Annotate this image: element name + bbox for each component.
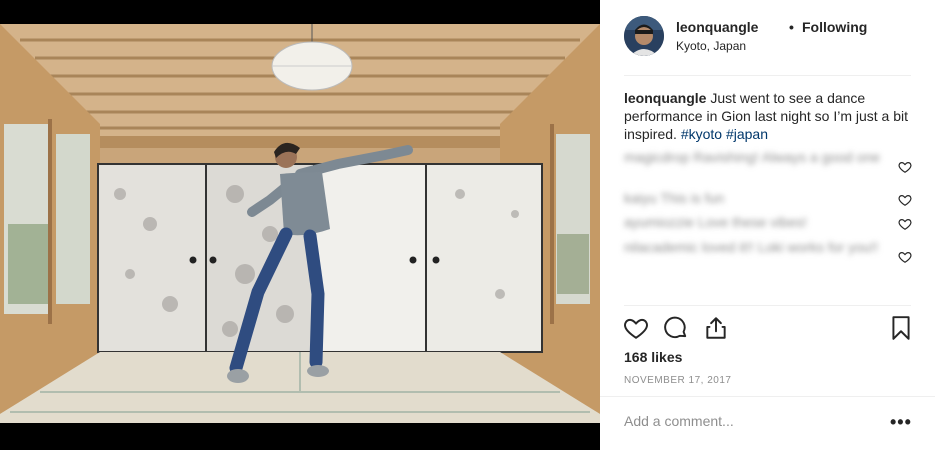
post-header: leonquangle • Following Kyoto, Japan [624,16,911,76]
dancer-in-tatami-room-photo [0,24,600,423]
like-heart-icon[interactable] [623,315,649,341]
bookmark-icon[interactable] [888,315,914,341]
following-button[interactable]: Following [802,19,867,35]
comment-bubble-icon[interactable] [663,315,689,341]
hashtag-kyoto[interactable]: #kyoto [681,126,722,142]
comment-item: nilacademic loved it!! Loki works for yo… [624,239,879,255]
separator-dot: • [789,19,794,35]
post-caption: leonquangle Just went to see a dance per… [624,89,914,143]
caption-username[interactable]: leonquangle [624,90,706,106]
avatar[interactable] [624,16,664,56]
username-link[interactable]: leonquangle [676,19,758,35]
location-link[interactable]: Kyoto, Japan [676,39,746,53]
comment-like-heart-icon[interactable] [898,193,912,207]
actions-divider [624,305,911,306]
post-date[interactable]: NOVEMBER 17, 2017 [624,375,731,386]
hashtag-japan[interactable]: #japan [726,126,768,142]
share-icon[interactable] [703,315,729,341]
post-side-panel: leonquangle • Following Kyoto, Japan leo… [600,0,935,450]
comment-item: kaiyu This is fun [624,190,725,206]
post-photo[interactable] [0,24,600,423]
comment-item: ayumiozzie Love these vibes! [624,214,807,230]
add-comment-input[interactable]: Add a comment... [624,413,734,429]
post-photo-frame [0,0,600,450]
profile-photo [624,16,664,56]
comment-like-heart-icon[interactable] [898,217,912,231]
comment-item: magicdrop Ravishing! Always a good one [624,149,881,165]
likes-count[interactable]: 168 likes [624,349,682,365]
comment-like-heart-icon[interactable] [898,160,912,174]
more-options-button[interactable]: ••• [890,412,912,433]
comment-like-heart-icon[interactable] [898,250,912,264]
comment-box-divider [600,396,935,397]
